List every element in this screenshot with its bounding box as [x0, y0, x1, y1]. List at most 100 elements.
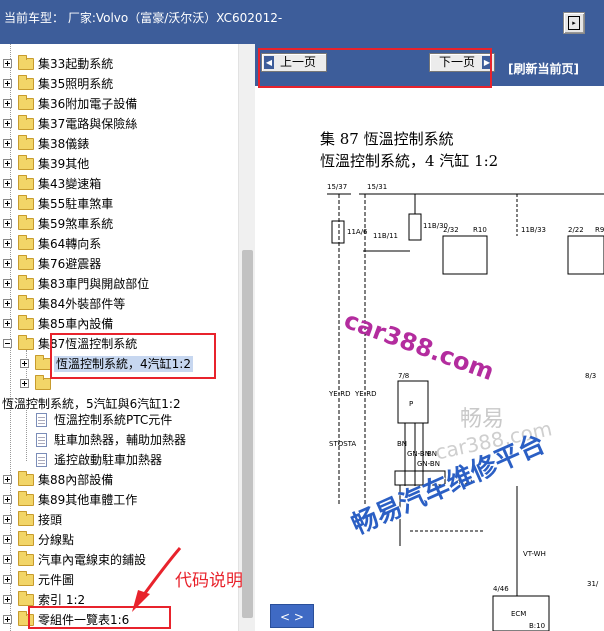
current-model-title: 当前车型： 厂家:Volvo（富豪/沃尔沃）XC602012- [4, 11, 283, 25]
expand-icon[interactable] [3, 319, 12, 328]
folder-icon [35, 375, 51, 390]
diagram-label: 15/37 [327, 183, 347, 191]
expand-icon[interactable] [3, 139, 12, 148]
diagram-label: 7/8 [398, 372, 409, 380]
diagram-label: 11B/33 [521, 226, 546, 234]
expand-icon[interactable] [3, 79, 12, 88]
tree-scrollbar[interactable] [238, 44, 255, 631]
expand-icon[interactable] [3, 595, 12, 604]
diagram-label: BN [397, 440, 407, 448]
tree-item-label: 駐車加熱器，輔助加熱器 [54, 433, 187, 447]
diagram-label: 11A/6 [347, 228, 368, 236]
diagram-label: 8/3 [585, 372, 596, 380]
tree-item-label: 集83車門與開啟部位 [38, 277, 150, 291]
diagram-label: YE-RD [328, 390, 350, 398]
expand-icon[interactable] [3, 279, 12, 288]
tree-item-label: 集59煞車系統 [38, 217, 114, 231]
folder-icon [18, 235, 34, 250]
expand-icon[interactable] [20, 359, 29, 368]
annotation-box-nav [258, 48, 492, 88]
diagram-label: 2/32 [443, 226, 459, 234]
folder-open-icon [18, 335, 34, 350]
expand-icon[interactable] [3, 555, 12, 564]
wiring-diagram-page: 集 87 恆溫控制系統 恆溫控制系統，4 汽缸 1:2 15/37 15/31 … [255, 86, 604, 631]
tree-item-label: 接頭 [38, 513, 63, 527]
tree-item-label: 集36附加電子設備 [38, 97, 138, 111]
expand-icon[interactable] [3, 199, 12, 208]
tree-item-label: 集76避震器 [38, 257, 102, 271]
tree-item-label: 集37電路與保險絲 [38, 117, 138, 131]
expand-icon[interactable] [3, 515, 12, 524]
diagram-label: 2/22 [568, 226, 584, 234]
tree-item-label: 集33起動系統 [38, 57, 114, 71]
folder-icon [18, 315, 34, 330]
expand-icon[interactable] [3, 179, 12, 188]
folder-icon [18, 55, 34, 70]
folder-icon [18, 551, 34, 566]
expand-icon[interactable] [3, 299, 12, 308]
expand-icon[interactable] [3, 159, 12, 168]
folder-icon [18, 215, 34, 230]
folder-icon [18, 75, 34, 90]
annotation-label: 代码说明 [175, 571, 243, 591]
folder-icon [18, 195, 34, 210]
expand-icon[interactable] [3, 475, 12, 484]
page-toggle-button[interactable]: < > [270, 604, 314, 628]
expand-icon[interactable] [3, 535, 12, 544]
folder-icon [18, 531, 34, 546]
diagram-label: R9 [595, 226, 604, 234]
document-icon [36, 413, 47, 427]
collapse-icon[interactable] [3, 339, 12, 348]
expand-icon[interactable] [3, 259, 12, 268]
expand-icon[interactable] [3, 119, 12, 128]
folder-icon [18, 491, 34, 506]
diagram-label: 31/ [587, 580, 599, 588]
tree-item-label: 恆溫控制系統，5汽缸與6汽缸1:2 [2, 397, 181, 411]
folder-icon [18, 155, 34, 170]
diagram-label: YE-RD [354, 390, 376, 398]
folder-icon [18, 135, 34, 150]
tree-item-label: 集38儀錶 [38, 137, 90, 151]
tree-item-label: 集35照明系統 [38, 77, 114, 91]
diagram-label: VT-WH [523, 550, 546, 558]
annotation-box-selected [50, 333, 216, 379]
tree-item-label: 集84外裝部件等 [38, 297, 126, 311]
diagram-label: P [409, 400, 413, 408]
folder-icon [18, 275, 34, 290]
expand-icon[interactable] [3, 59, 12, 68]
tree-item-label: 分線點 [38, 533, 75, 547]
tree-item-label: 集64轉向系 [38, 237, 102, 251]
document-icon [36, 433, 47, 447]
tree-item-label: 集85車內設備 [38, 317, 114, 331]
document-icon [36, 453, 47, 467]
tree-item-label: 集88內部設備 [38, 473, 114, 487]
expand-icon[interactable] [3, 99, 12, 108]
tree-item-label: 元件圖 [38, 573, 75, 587]
refresh-page-link[interactable]: [刷新当前页] [508, 60, 579, 77]
diagram-label: STOSTA [329, 440, 356, 448]
exit-button[interactable]: ▸ [563, 12, 585, 34]
expand-icon[interactable] [3, 219, 12, 228]
tree-scrollbar-thumb[interactable] [242, 250, 253, 618]
expand-icon[interactable] [3, 495, 12, 504]
folder-icon [18, 511, 34, 526]
folder-icon [18, 175, 34, 190]
folder-icon [18, 95, 34, 110]
document-panel: ◀ 上一页 下一页 ▶ [刷新当前页] 集 87 恆溫控制系統 恆溫控制系統，4… [255, 44, 604, 631]
expand-icon[interactable] [3, 239, 12, 248]
tree-item-label: 集55駐車煞車 [38, 197, 114, 211]
folder-icon [35, 355, 51, 370]
diagram-label: R10 [473, 226, 487, 234]
tree-item-label: 集43變速箱 [38, 177, 102, 191]
tree-item-label: 集39其他 [38, 157, 90, 171]
expand-icon[interactable] [3, 615, 12, 624]
expand-icon[interactable] [3, 575, 12, 584]
annotation-box-parts-list [28, 606, 171, 629]
folder-icon [18, 115, 34, 130]
folder-icon [18, 295, 34, 310]
folder-icon [18, 255, 34, 270]
expand-icon[interactable] [20, 379, 29, 388]
diagram-label: 15/31 [367, 183, 387, 191]
top-header-bar: 当前车型： 厂家:Volvo（富豪/沃尔沃）XC602012- ▸ [0, 0, 604, 44]
folder-icon [18, 571, 34, 586]
